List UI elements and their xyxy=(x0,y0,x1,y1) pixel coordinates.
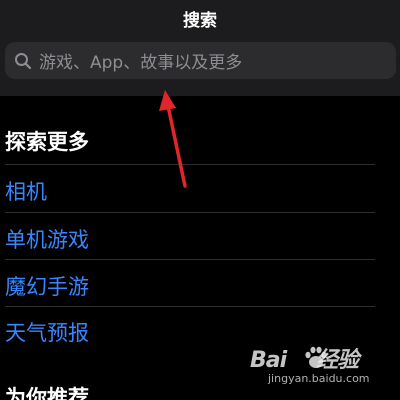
baidu-jingyan-watermark: Bai 经验 jingyan.baidu.com xyxy=(250,342,400,394)
annotation-arrow-icon xyxy=(159,90,187,188)
watermark-url: jingyan.baidu.com xyxy=(268,372,370,385)
paw-logo-icon xyxy=(305,346,327,368)
app-store-search-screen: 搜索 游戏、App、故事以及更多 探索更多 相机 单机游戏 魔幻手游 天气预报 … xyxy=(0,0,400,400)
